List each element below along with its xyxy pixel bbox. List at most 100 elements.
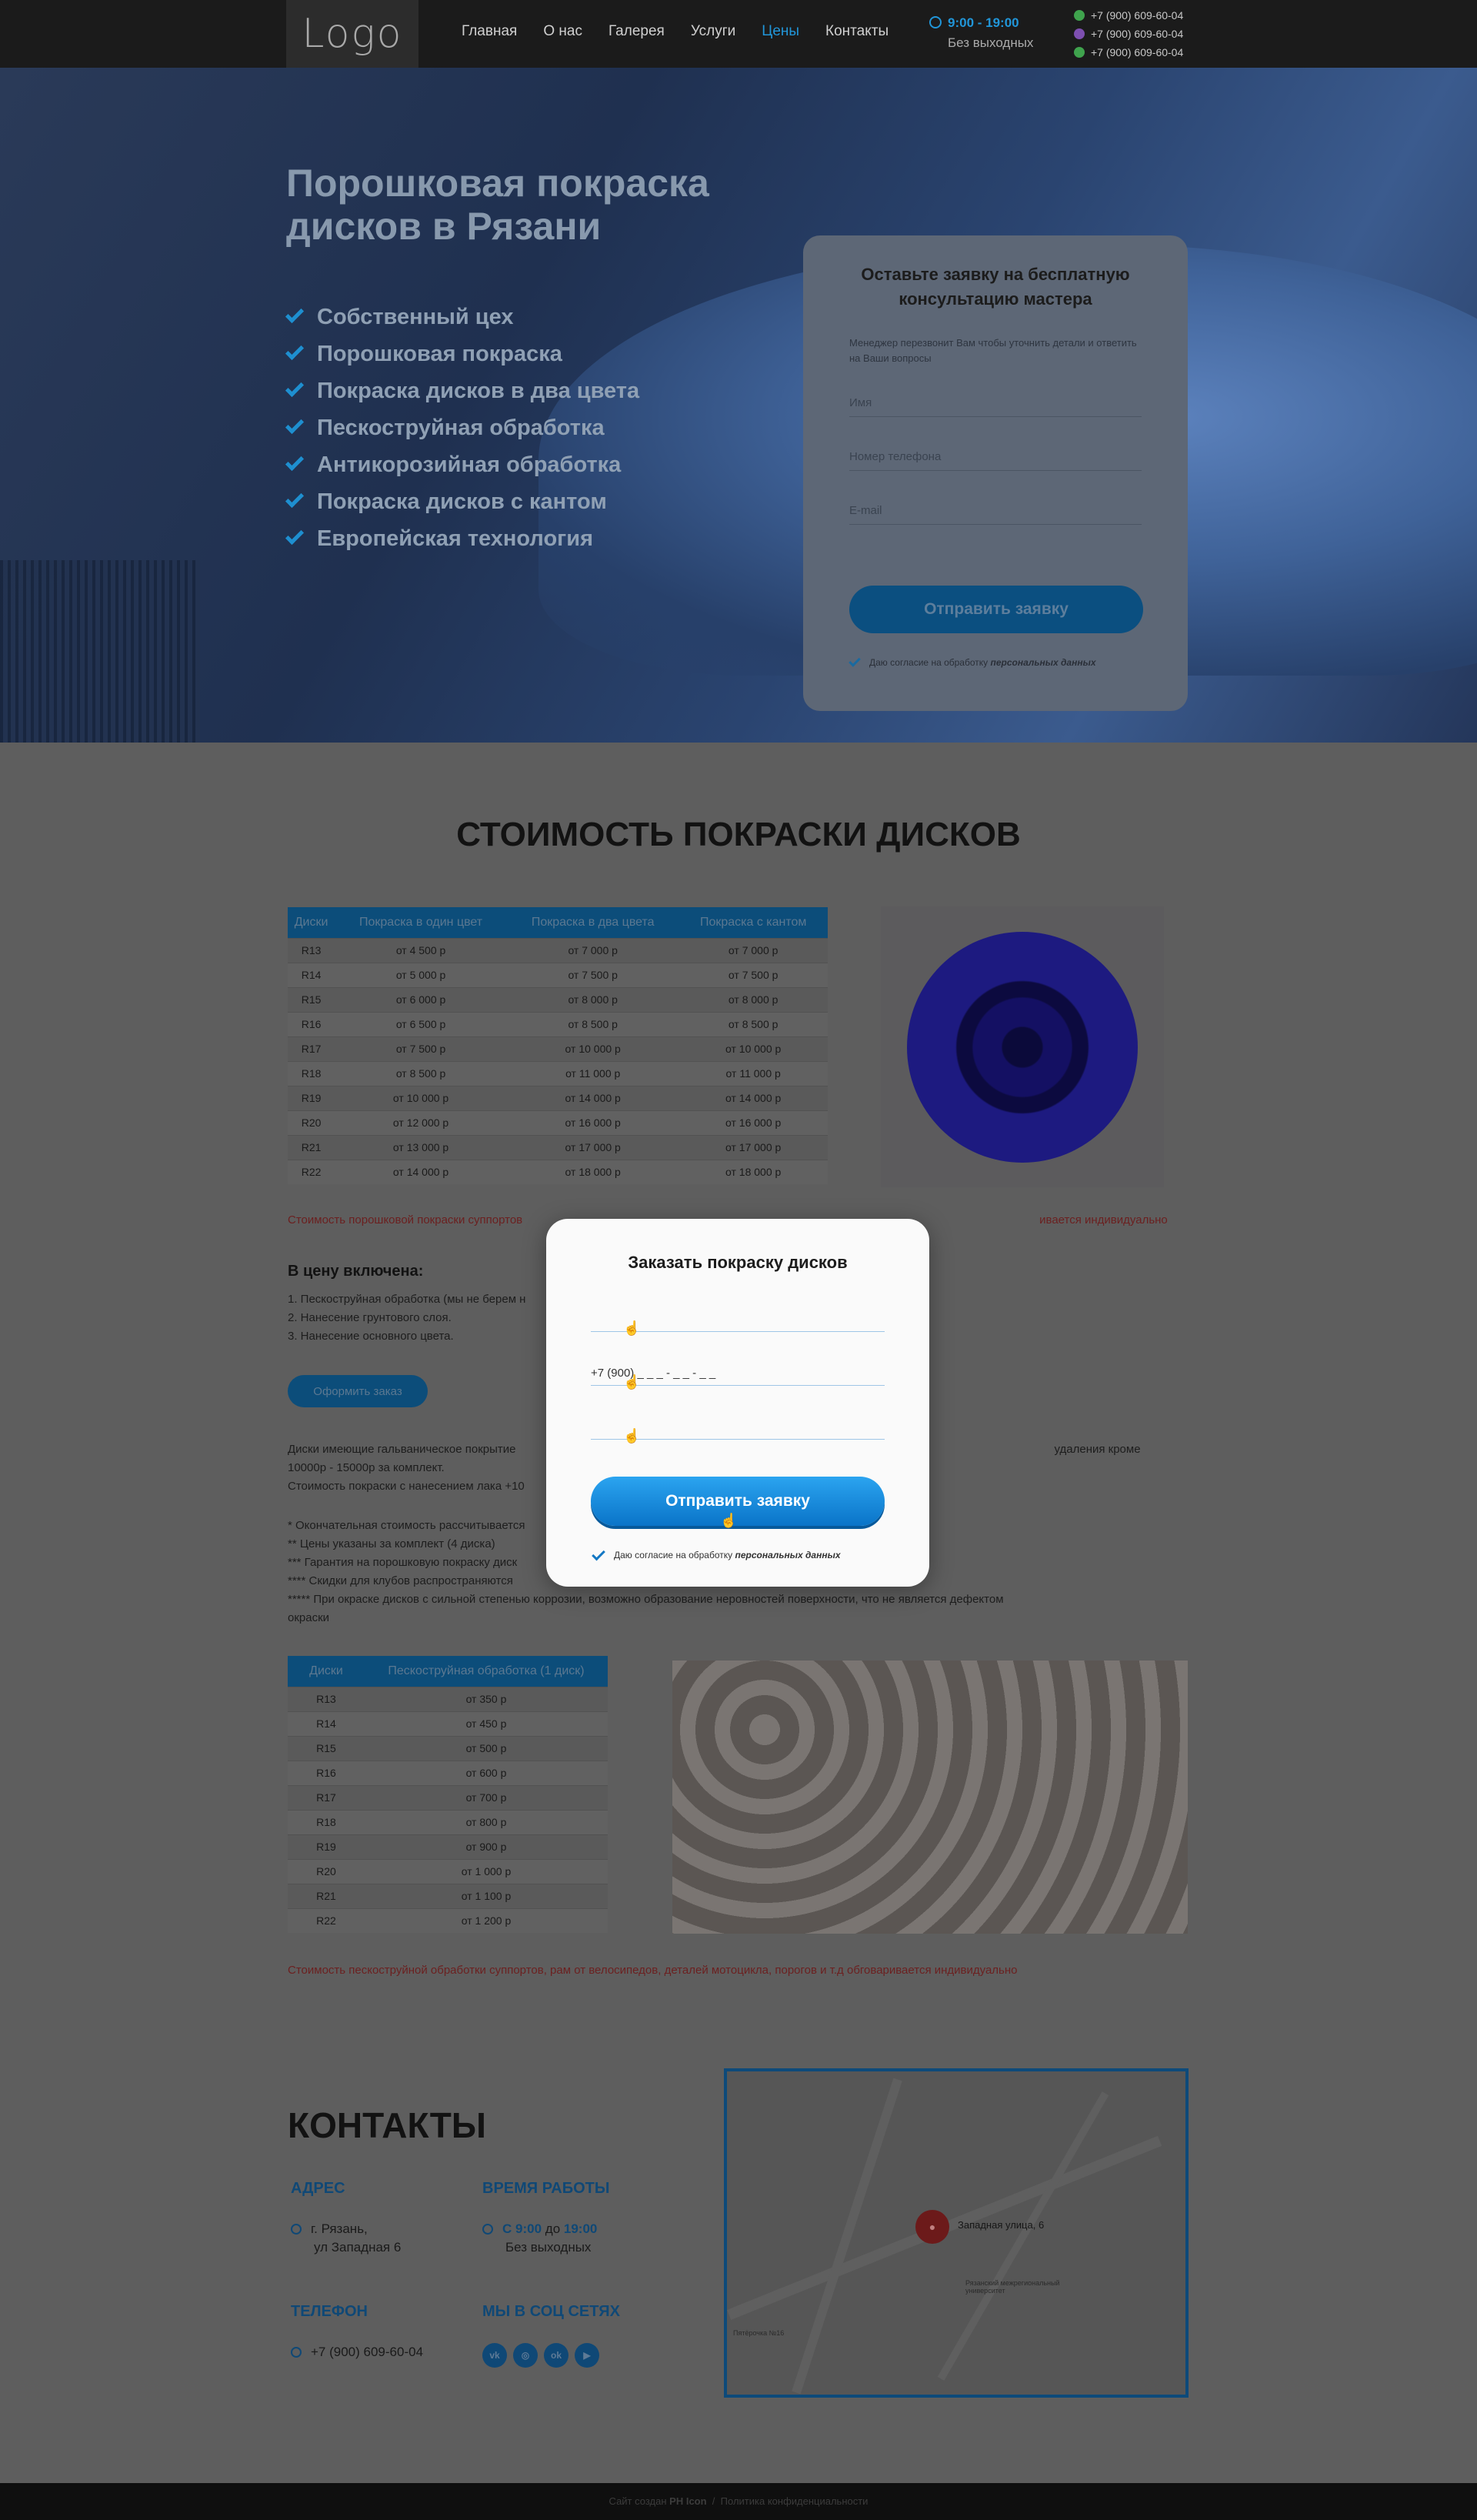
map-pin-icon[interactable]: ● <box>915 2210 949 2244</box>
table-cell: от 18 000 р <box>678 1159 828 1184</box>
table-cell: R17 <box>288 1784 365 1810</box>
table-header: Покраска в один цвет <box>335 907 508 938</box>
table-cell: от 600 р <box>365 1760 608 1785</box>
table-cell: от 8 500 р <box>507 1011 679 1036</box>
table-cell: от 7 500 р <box>678 962 828 987</box>
table-cell: R20 <box>288 1858 365 1884</box>
table-cell: от 10 000 р <box>678 1036 828 1061</box>
table-row: R19 от 900 р <box>288 1834 608 1859</box>
table-row: R22 от 14 000 р от 18 000 р от 18 000 р <box>288 1159 828 1184</box>
table-cell: от 18 000 р <box>507 1159 679 1184</box>
benefit-item: Покраска дисков в два цвета <box>285 372 639 409</box>
check-icon <box>285 341 305 361</box>
sandblasting-note: Стоимость пескоструйной обработки суппор… <box>288 1964 1018 1977</box>
table-cell: R19 <box>288 1834 365 1859</box>
table-cell: R21 <box>288 1883 365 1908</box>
hero-title: Порошковая покраска дисков в Рязани <box>286 162 709 248</box>
location-icon <box>291 2224 302 2235</box>
logo[interactable]: Logo <box>286 0 418 68</box>
nav-contacts[interactable]: Контакты <box>825 23 889 40</box>
viber-icon <box>1074 28 1085 39</box>
site-footer: Сайт создан PH Icon / Политика конфиденц… <box>0 2483 1477 2520</box>
header-phones: +7 (900) 609-60-04 +7 (900) 609-60-04 +7… <box>1074 6 1183 62</box>
table-cell: от 1 100 р <box>365 1883 608 1908</box>
phone-value[interactable]: +7 (900) 609-60-04 <box>291 2343 423 2361</box>
hours-value: С 9:00 до 19:00 Без выходных <box>482 2220 597 2257</box>
table-cell: от 800 р <box>365 1809 608 1834</box>
youtube-icon[interactable]: ▶ <box>575 2343 599 2368</box>
phone-viber[interactable]: +7 (900) 609-60-04 <box>1074 25 1183 43</box>
table-cell: R20 <box>288 1110 335 1135</box>
nav-gallery[interactable]: Галерея <box>608 23 665 40</box>
table-row: R14 от 5 000 р от 7 500 р от 7 500 р <box>288 962 828 987</box>
phone-field[interactable] <box>849 443 1142 471</box>
nav-services[interactable]: Услуги <box>691 23 735 40</box>
table-row: R16 от 6 500 р от 8 500 р от 8 500 р <box>288 1011 828 1036</box>
privacy-link[interactable]: персональных данных <box>990 657 1095 668</box>
pointer-hand-icon <box>623 1320 640 1337</box>
table-cell: от 7 000 р <box>507 937 679 963</box>
table-cell: R22 <box>288 1908 365 1933</box>
table-cell: от 7 500 р <box>507 962 679 987</box>
modal-consent-checkbox[interactable]: Даю согласие на обработку персональных д… <box>592 1547 841 1560</box>
table-cell: от 500 р <box>365 1735 608 1761</box>
pointer-hand-icon <box>623 1374 640 1390</box>
hero-grate-decor <box>0 560 200 743</box>
phone-whatsapp[interactable]: +7 (900) 609-60-04 <box>1074 6 1183 25</box>
modal-submit-button[interactable]: Отправить заявку <box>591 1477 885 1526</box>
table-cell: от 5 000 р <box>335 962 508 987</box>
order-modal: Заказать покраску дисков +7 (900) _ _ _ … <box>546 1219 929 1587</box>
table-cell: R18 <box>288 1809 365 1834</box>
benefit-item: Порошковая покраска <box>285 335 639 372</box>
table-header: Покраска с кантом <box>678 907 828 938</box>
clock-icon <box>929 16 942 28</box>
painted-disk-image <box>881 906 1164 1187</box>
nav-home[interactable]: Главная <box>462 23 517 40</box>
map-poi-label: Рязанский межрегиональный университет <box>965 2279 1060 2295</box>
privacy-link[interactable]: персональных данных <box>735 1550 840 1560</box>
nav-prices[interactable]: Цены <box>762 23 799 40</box>
table-header: Покраска в два цвета <box>507 907 679 938</box>
privacy-policy-link[interactable]: Политика конфиденциальности <box>721 2495 869 2507</box>
table-row: R13 от 350 р <box>288 1686 608 1711</box>
table-row: R17 от 7 500 р от 10 000 р от 10 000 р <box>288 1036 828 1061</box>
whatsapp-icon <box>1074 10 1085 21</box>
table-cell: R16 <box>288 1011 335 1036</box>
map-poi-label: Пятёрочка №16 <box>733 2329 785 2337</box>
location-map[interactable]: ● Западная улица, 6 Рязанский межрегиона… <box>724 2068 1189 2398</box>
table-cell: R22 <box>288 1159 335 1184</box>
table-cell: от 16 000 р <box>678 1110 828 1135</box>
table-row: R15 от 500 р <box>288 1735 608 1761</box>
table-cell: от 350 р <box>365 1686 608 1711</box>
table-row: R18 от 800 р <box>288 1809 608 1834</box>
table-row: R14 от 450 р <box>288 1711 608 1736</box>
table-cell: R16 <box>288 1760 365 1785</box>
nav-about[interactable]: О нас <box>543 23 582 40</box>
form-description: Менеджер перезвонит Вам чтобы уточнить д… <box>849 337 1137 364</box>
table-cell: от 7 000 р <box>678 937 828 963</box>
email-field[interactable] <box>849 497 1142 525</box>
table-cell: R14 <box>288 1711 365 1736</box>
table-row: R19 от 10 000 р от 14 000 р от 14 000 р <box>288 1085 828 1110</box>
table-row: R22 от 1 200 р <box>288 1908 608 1933</box>
submit-request-button[interactable]: Отправить заявку <box>849 586 1143 633</box>
phone-whatsapp-2[interactable]: +7 (900) 609-60-04 <box>1074 43 1183 62</box>
order-button[interactable]: Оформить заказ <box>288 1375 428 1407</box>
consent-checkbox[interactable]: Даю согласие на обработку персональных д… <box>849 655 1096 668</box>
table-row: R20 от 1 000 р <box>288 1858 608 1884</box>
table-row: R21 от 1 100 р <box>288 1883 608 1908</box>
table-row: R18 от 8 500 р от 11 000 р от 11 000 р <box>288 1060 828 1086</box>
pointer-hand-icon <box>623 1428 640 1444</box>
table-cell: R13 <box>288 937 335 963</box>
vk-icon[interactable]: vk <box>482 2343 507 2368</box>
header-hours: 9:00 - 19:00 Без выходных <box>929 15 1033 50</box>
phone-icon <box>291 2347 302 2358</box>
name-field[interactable] <box>849 389 1142 417</box>
odnoklassniki-icon[interactable]: ok <box>544 2343 568 2368</box>
check-icon <box>285 452 305 472</box>
benefit-item: Пескоструйная обработка <box>285 409 639 446</box>
table-row: R20 от 12 000 р от 16 000 р от 16 000 р <box>288 1110 828 1135</box>
modal-phone-field[interactable]: +7 (900) _ _ _ - _ _ - _ _ <box>591 1367 715 1380</box>
instagram-icon[interactable]: ◎ <box>513 2343 538 2368</box>
benefit-item: Покраска дисков с кантом <box>285 483 639 520</box>
